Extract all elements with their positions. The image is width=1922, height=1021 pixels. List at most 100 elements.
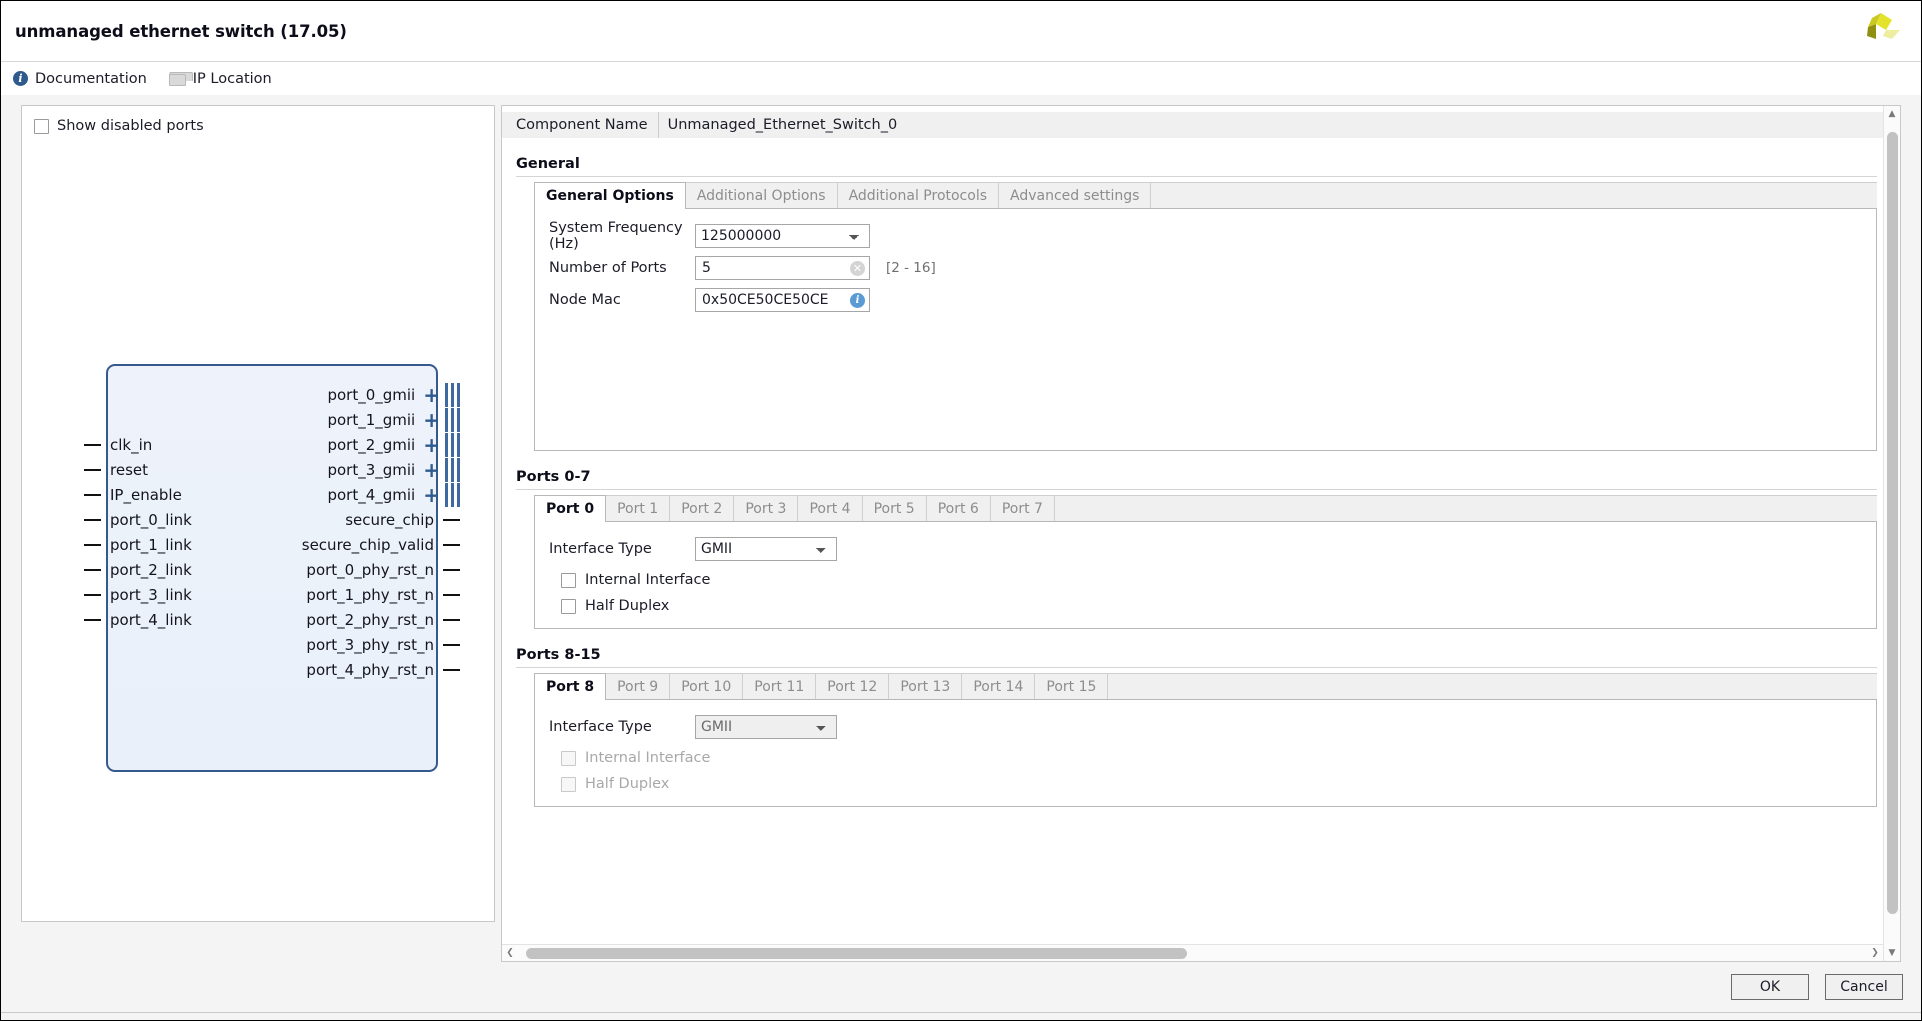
expand-icon[interactable]: +	[423, 460, 440, 480]
number-of-ports-row: Number of Ports ✕ [2 - 16]	[535, 255, 1876, 281]
show-disabled-ports-label: Show disabled ports	[57, 118, 204, 134]
scroll-right-icon[interactable]: ❯	[1867, 948, 1883, 958]
vscroll-track[interactable]	[1884, 122, 1901, 945]
system-frequency-row: System Frequency (Hz) 125000000	[535, 223, 1876, 249]
divider	[516, 176, 1877, 177]
scroll-down-icon[interactable]: ▼	[1884, 945, 1901, 961]
pin-label: port_1_phy_rst_n	[306, 586, 434, 604]
general-tab-group: General Options Additional Options Addit…	[534, 183, 1877, 451]
pin-label: port_0_link	[110, 511, 192, 529]
node-mac-input[interactable]	[702, 292, 850, 308]
number-of-ports-range: [2 - 16]	[886, 260, 936, 276]
tab-port-12[interactable]: Port 12	[816, 673, 889, 699]
pin-label: port_3_gmii	[327, 461, 415, 479]
pin-label: port_0_phy_rst_n	[306, 561, 434, 579]
node-mac-label: Node Mac	[549, 292, 695, 308]
scroll-up-icon[interactable]: ▲	[1884, 106, 1901, 122]
block-diagram-panel: Show disabled ports port_0_gmii + port_1…	[21, 105, 495, 922]
vertical-scrollbar[interactable]: ▲ ▼	[1883, 106, 1900, 961]
expand-icon[interactable]: +	[423, 435, 440, 455]
tab-port-13[interactable]: Port 13	[889, 673, 962, 699]
port8-internal-interface-row: Internal Interface	[535, 750, 1876, 766]
main-body: Show disabled ports port_0_gmii + port_1…	[1, 95, 1921, 962]
port-8-panel: Interface Type GMII Internal Interface	[534, 700, 1877, 807]
documentation-link[interactable]: i Documentation	[13, 71, 147, 87]
port0-internal-interface-checkbox[interactable]	[561, 573, 576, 588]
tab-port-8[interactable]: Port 8	[534, 673, 606, 700]
title-bar: unmanaged ethernet switch (17.05)	[1, 1, 1921, 62]
pin-label: port_1_link	[110, 536, 192, 554]
port-pin-in[interactable]: port_4_link	[84, 605, 192, 635]
hscroll-thumb[interactable]	[526, 948, 1187, 959]
bus-bars-icon	[445, 383, 460, 407]
tab-port-11[interactable]: Port 11	[743, 673, 816, 699]
port-pin-out[interactable]: port_4_phy_rst_n	[306, 655, 460, 685]
tab-port-3[interactable]: Port 3	[734, 495, 798, 521]
divider	[516, 667, 1877, 668]
tab-general-options[interactable]: General Options	[534, 182, 686, 209]
ports-0-7-tab-group: Port 0 Port 1 Port 2 Port 3 Port 4 Port …	[534, 496, 1877, 629]
pin-label: port_2_phy_rst_n	[306, 611, 434, 629]
tab-port-7[interactable]: Port 7	[991, 495, 1055, 521]
tab-port-14[interactable]: Port 14	[962, 673, 1035, 699]
tab-port-9[interactable]: Port 9	[606, 673, 670, 699]
port0-half-duplex-label: Half Duplex	[585, 598, 669, 614]
ok-button[interactable]: OK	[1731, 974, 1809, 1000]
tab-port-0[interactable]: Port 0	[534, 495, 606, 522]
port0-half-duplex-row[interactable]: Half Duplex	[535, 598, 1876, 614]
page-title: unmanaged ethernet switch (17.05)	[15, 22, 347, 41]
ip-location-label: IP Location	[193, 71, 272, 87]
node-mac-field[interactable]: i	[695, 288, 870, 312]
tab-port-15[interactable]: Port 15	[1035, 673, 1108, 699]
ip-location-link[interactable]: IP Location	[169, 71, 272, 87]
tab-additional-options[interactable]: Additional Options	[686, 182, 838, 208]
tab-port-6[interactable]: Port 6	[927, 495, 991, 521]
form-content: Component Name Unmanaged_Ethernet_Switch…	[502, 106, 1883, 944]
port8-interface-type-label: Interface Type	[549, 719, 695, 735]
link-bar: i Documentation IP Location	[1, 62, 1921, 95]
info-icon: i	[13, 71, 28, 86]
configuration-panel: Component Name Unmanaged_Ethernet_Switch…	[501, 105, 1901, 962]
port0-internal-interface-label: Internal Interface	[585, 572, 710, 588]
pin-label: port_4_gmii	[327, 486, 415, 504]
component-name-row: Component Name Unmanaged_Ethernet_Switch…	[502, 112, 1883, 138]
vscroll-thumb[interactable]	[1887, 132, 1898, 914]
number-of-ports-input[interactable]	[702, 260, 850, 276]
tab-port-5[interactable]: Port 5	[863, 495, 927, 521]
form-scroll-viewport: Component Name Unmanaged_Ethernet_Switch…	[502, 106, 1883, 961]
bus-bars-icon	[445, 408, 460, 432]
hscroll-track[interactable]	[518, 945, 1867, 962]
port-0-panel: Interface Type GMII Internal Interface	[534, 522, 1877, 629]
port8-internal-interface-checkbox	[561, 751, 576, 766]
component-name-value[interactable]: Unmanaged_Ethernet_Switch_0	[658, 112, 1883, 138]
form-area: Component Name Unmanaged_Ethernet_Switch…	[501, 105, 1901, 962]
expand-icon[interactable]: +	[423, 485, 440, 505]
scroll-left-icon[interactable]: ❮	[502, 948, 518, 958]
tab-additional-protocols[interactable]: Additional Protocols	[838, 182, 999, 208]
horizontal-scrollbar[interactable]: ❮ ❯	[502, 944, 1883, 961]
cancel-button[interactable]: Cancel	[1825, 974, 1903, 1000]
block-diagram: port_0_gmii + port_1_gmii + port_2_gmii …	[106, 364, 438, 772]
system-frequency-select[interactable]: 125000000	[695, 224, 870, 248]
port0-internal-interface-row[interactable]: Internal Interface	[535, 572, 1876, 588]
microchip-pinwheel-logo-icon	[1859, 9, 1903, 51]
tab-port-10[interactable]: Port 10	[670, 673, 743, 699]
info-icon[interactable]: i	[850, 293, 865, 308]
show-disabled-ports-row[interactable]: Show disabled ports	[22, 106, 494, 134]
tab-port-4[interactable]: Port 4	[798, 495, 862, 521]
clear-icon[interactable]: ✕	[850, 261, 865, 276]
tab-advanced-settings[interactable]: Advanced settings	[999, 182, 1151, 208]
port8-interface-type-select[interactable]: GMII	[695, 715, 837, 739]
port0-interface-type-select[interactable]: GMII	[695, 537, 837, 561]
bus-bars-icon	[445, 433, 460, 457]
port0-half-duplex-checkbox[interactable]	[561, 599, 576, 614]
expand-icon[interactable]: +	[423, 385, 440, 405]
number-of-ports-field[interactable]: ✕	[695, 256, 870, 280]
tab-port-2[interactable]: Port 2	[670, 495, 734, 521]
pin-label: port_3_link	[110, 586, 192, 604]
tab-port-1[interactable]: Port 1	[606, 495, 670, 521]
show-disabled-ports-checkbox[interactable]	[34, 119, 49, 134]
expand-icon[interactable]: +	[423, 410, 440, 430]
ports-0-7-tabstrip: Port 0 Port 1 Port 2 Port 3 Port 4 Port …	[534, 496, 1877, 522]
general-tabstrip: General Options Additional Options Addit…	[534, 183, 1877, 209]
